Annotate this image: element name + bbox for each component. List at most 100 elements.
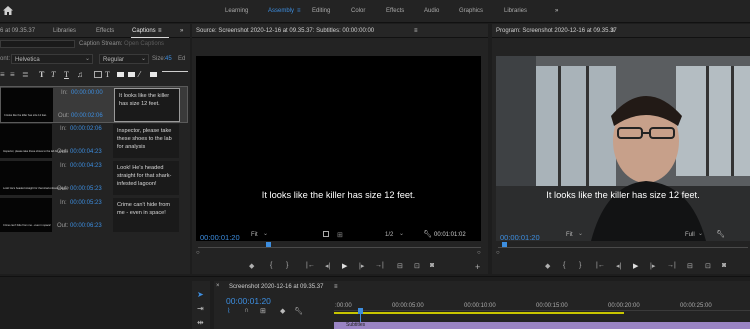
home-icon[interactable] (3, 6, 13, 15)
workspace-learning[interactable]: Learning (225, 8, 248, 14)
camera-icon[interactable]: ◙ (722, 262, 726, 269)
align-right-icon[interactable]: ≡ (10, 70, 15, 79)
caption-in-timecode[interactable]: 00:00:04:23 (70, 163, 102, 169)
text-color-icon[interactable]: T (105, 70, 110, 79)
mark-out-icon[interactable]: } (286, 262, 288, 269)
wrench-icon[interactable]: 🔧︎ (423, 230, 432, 238)
timeline-timecode[interactable]: 00:00:01:20 (226, 296, 271, 306)
snap-icon[interactable]: ⌇ (227, 307, 230, 315)
settings-square-icon[interactable] (323, 231, 329, 237)
source-timecode[interactable]: 00:00:01:20 (200, 233, 240, 242)
caption-out-timecode[interactable]: 00:00:04:23 (70, 149, 102, 155)
add-marker-icon[interactable]: ⊞ (260, 307, 266, 315)
source-video[interactable]: It looks like the killer has size 12 fee… (196, 56, 481, 241)
justify-icon[interactable]: ≣ (22, 70, 29, 79)
play-icon[interactable]: ▶ (633, 262, 638, 270)
marker-icon[interactable]: ◆ (545, 262, 550, 270)
text-color-swatch[interactable] (117, 72, 124, 77)
caption-search-input[interactable] (0, 40, 75, 48)
tab-effects[interactable]: Effects (96, 28, 114, 34)
linked-selection-icon[interactable]: ∩ (244, 307, 249, 314)
program-menu-icon[interactable]: ≡ (611, 28, 615, 34)
workspace-more-icon[interactable]: » (555, 8, 558, 14)
add-button-icon[interactable]: + (475, 262, 480, 272)
caption-text-field[interactable]: Look! He's headed straight for that shar… (113, 161, 179, 195)
program-title[interactable]: Program: Screenshot 2020-12-16 at 09.35.… (496, 28, 617, 34)
caption-text-field[interactable]: Inspector, please take these shoes to th… (113, 124, 179, 158)
workspace-libraries[interactable]: Libraries (504, 8, 527, 14)
caption-text-field[interactable]: Crime can't hide from me - even in space… (113, 198, 179, 232)
source-playhead[interactable] (266, 242, 271, 247)
workspace-assembly[interactable]: Assembly (268, 8, 294, 14)
workspace-effects[interactable]: Effects (386, 8, 404, 14)
caption-text-field[interactable]: It looks like the killer has size 12 fee… (114, 88, 180, 122)
subtitle-clip[interactable]: Subtitles (334, 322, 750, 329)
tab-captions[interactable]: Captions (132, 28, 156, 34)
step-back-icon[interactable]: ◂| (616, 262, 621, 270)
panel-more-icon[interactable]: » (180, 28, 183, 34)
program-playhead[interactable] (502, 242, 507, 247)
caption-stream-dropdown[interactable]: Open Captions (124, 41, 164, 47)
workspace-color[interactable]: Color (351, 8, 365, 14)
caption-out-timecode[interactable]: 00:00:06:23 (70, 223, 102, 229)
selection-tool-icon[interactable]: ➤ (197, 290, 204, 299)
step-forward-icon[interactable]: |▸ (650, 262, 655, 270)
caption-in-timecode[interactable]: 00:00:00:00 (71, 90, 103, 96)
workspace-audio[interactable]: Audio (424, 8, 439, 14)
close-sequence-icon[interactable]: × (216, 283, 220, 289)
opacity-slider[interactable] (162, 71, 188, 72)
ripple-edit-icon[interactable]: ⇹ (197, 318, 204, 327)
mark-out-icon[interactable]: } (579, 262, 581, 269)
program-timecode[interactable]: 00:00:01:20 (500, 233, 540, 242)
font-dropdown[interactable]: Helvetica ⌄ (11, 54, 93, 64)
caption-row-2[interactable]: Inspector, please take these shoes to th… (0, 123, 188, 160)
source-menu-icon[interactable]: ≡ (414, 28, 418, 34)
workspace-graphics[interactable]: Graphics (459, 8, 483, 14)
timeline-marker-icon[interactable]: ◆ (280, 307, 285, 315)
program-fit-dropdown[interactable]: Fit (566, 232, 573, 238)
source-fit-dropdown[interactable]: Fit (251, 232, 258, 238)
extract-icon[interactable]: ⊡ (705, 262, 711, 270)
program-video[interactable]: It looks like the killer has size 12 fee… (496, 56, 750, 241)
sequence-tab[interactable]: Screenshot 2020-12-16 at 09.35.37 (229, 284, 323, 290)
insert-clip-icon[interactable]: ⊟ (397, 262, 403, 270)
size-value[interactable]: 45 (165, 56, 172, 62)
overwrite-clip-icon[interactable]: ⊡ (414, 262, 420, 270)
caption-out-timecode[interactable]: 00:00:05:23 (70, 186, 102, 192)
align-center-icon[interactable]: ≡ (0, 70, 5, 79)
caption-in-timecode[interactable]: 00:00:02:06 (70, 126, 102, 132)
work-area-bar[interactable] (334, 312, 624, 314)
play-icon[interactable]: ▶ (342, 262, 347, 270)
mark-in-icon[interactable]: { (270, 262, 272, 269)
timeline-settings-icon[interactable]: 🔧︎ (294, 307, 303, 315)
edge-color-swatch[interactable] (150, 72, 157, 77)
marker-icon[interactable]: ◆ (249, 262, 254, 270)
lift-icon[interactable]: ⊟ (687, 262, 693, 270)
caption-row-4[interactable]: Crime can't hide from me - even in space… (0, 197, 188, 234)
track-select-icon[interactable]: ⇥ (197, 304, 204, 313)
eyedropper-icon[interactable]: ⁄ (139, 70, 140, 79)
background-color-swatch[interactable] (128, 72, 135, 77)
go-to-out-icon[interactable]: →| (667, 262, 676, 269)
bold-icon[interactable]: T (39, 70, 44, 79)
step-forward-icon[interactable]: |▸ (359, 262, 364, 270)
background-box-icon[interactable] (94, 71, 102, 78)
caption-row-1[interactable]: It looks like the killer has size 12 fee… (0, 86, 188, 123)
go-to-out-icon[interactable]: →| (375, 262, 384, 269)
source-title[interactable]: Source: Screenshot 2020-12-16 at 09.35.3… (196, 28, 374, 34)
caption-in-timecode[interactable]: 00:00:05:23 (70, 200, 102, 206)
go-to-in-icon[interactable]: |← (306, 262, 315, 269)
music-note-icon[interactable]: ♫ (77, 70, 83, 79)
program-scrub-bar[interactable] (498, 247, 748, 248)
program-resolution-dropdown[interactable]: Full (685, 232, 695, 238)
workspace-editing[interactable]: Editing (312, 8, 330, 14)
underline-icon[interactable]: T (64, 70, 69, 79)
source-scrub-bar[interactable] (198, 247, 481, 248)
wrench-icon[interactable]: 🔧︎ (716, 230, 725, 238)
tab-libraries[interactable]: Libraries (53, 28, 76, 34)
insert-icon[interactable]: ⊞ (337, 231, 343, 239)
caption-out-timecode[interactable]: 00:00:02:06 (71, 113, 103, 119)
camera-icon[interactable]: ◙ (430, 262, 434, 269)
sequence-menu-icon[interactable]: ≡ (334, 284, 338, 290)
italic-icon[interactable]: T (51, 70, 55, 79)
